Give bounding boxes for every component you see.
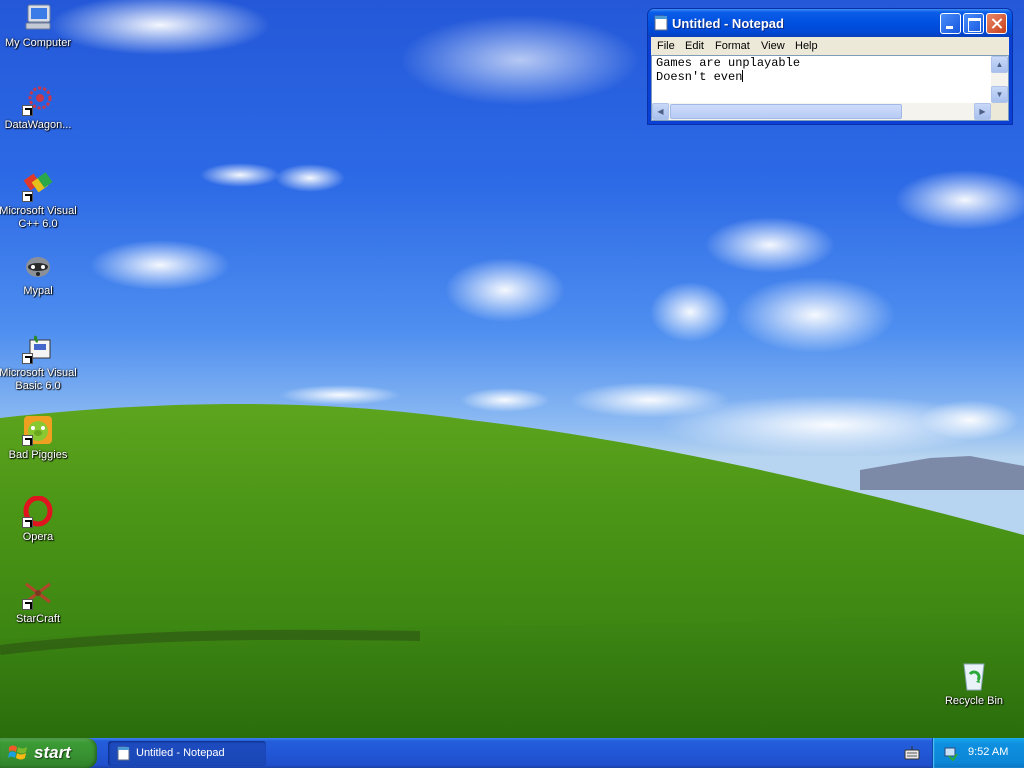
desktop-icon-label: Bad Piggies — [8, 449, 68, 461]
bad-piggies-icon — [22, 414, 54, 446]
arrow-up-icon: ▲ — [995, 60, 1004, 69]
windows-logo-icon — [8, 745, 27, 760]
desktop-icon-label: Microsoft Visual Basic 6.0 — [0, 367, 77, 392]
notepad-title: Untitled - Notepad — [672, 16, 784, 31]
desktop-icon-label: Recycle Bin — [944, 695, 1004, 707]
scroll-down-button[interactable]: ▼ — [991, 86, 1008, 103]
starcraft-icon — [22, 578, 54, 610]
notepad-titlebar[interactable]: Untitled - Notepad — [648, 9, 1012, 37]
menu-help[interactable]: Help — [795, 40, 818, 52]
text-line-with-caret: Doesn't even — [656, 70, 800, 84]
menu-file[interactable]: File — [657, 40, 675, 52]
menu-view[interactable]: View — [761, 40, 785, 52]
desktop-icon-label: Opera — [22, 531, 54, 543]
notepad-menubar: File Edit Format View Help — [651, 37, 1009, 55]
desktop-icon-bad-piggies[interactable]: Bad Piggies — [0, 414, 78, 462]
scroll-left-button[interactable]: ◀ — [652, 103, 669, 120]
desktop-icon-visual-cpp[interactable]: Microsoft Visual C++ 6.0 — [0, 170, 78, 231]
arrow-left-icon: ◀ — [657, 107, 664, 116]
notepad-icon — [117, 746, 130, 761]
system-tray: 9:52 AM — [932, 738, 1024, 768]
desktop-icon-opera[interactable]: Opera — [0, 496, 78, 544]
shortcut-arrow-icon — [22, 435, 33, 446]
shortcut-arrow-icon — [22, 353, 33, 364]
vertical-scrollbar[interactable]: ▲ ▼ — [991, 56, 1008, 103]
notepad-window[interactable]: Untitled - Notepad File Edit Format View… — [647, 8, 1013, 125]
notepad-text-area[interactable]: Games are unplayable Doesn't even ▲ ▼ ◀ ▶ — [651, 55, 1009, 121]
scrollbar-corner — [991, 103, 1008, 120]
opera-icon — [22, 496, 54, 528]
taskbar: start Untitled - Notepad 9:52 AM — [0, 738, 1024, 768]
datawagon-icon — [22, 84, 54, 116]
close-button[interactable] — [986, 13, 1007, 34]
maximize-button[interactable] — [963, 13, 984, 34]
keyboard-icon[interactable] — [904, 746, 920, 760]
text-line: Games are unplayable — [656, 56, 801, 70]
desktop-icon-recycle-bin[interactable]: Recycle Bin — [934, 660, 1014, 708]
desktop-icon-label: My Computer — [4, 37, 72, 49]
notepad-client-area: File Edit Format View Help Games are unp… — [651, 37, 1009, 121]
arrow-right-icon: ▶ — [979, 107, 986, 116]
scroll-up-button[interactable]: ▲ — [991, 56, 1008, 73]
network-status-icon[interactable] — [943, 745, 959, 761]
menu-format[interactable]: Format — [715, 40, 750, 52]
taskbar-button-notepad[interactable]: Untitled - Notepad — [108, 741, 266, 766]
minimize-button[interactable] — [940, 13, 961, 34]
desktop-icon-label: DataWagon... — [4, 119, 72, 131]
desktop-icon-mypal[interactable]: Mypal — [0, 250, 78, 298]
clock[interactable]: 9:52 AM — [968, 746, 1008, 758]
desktop-icon-label: Microsoft Visual C++ 6.0 — [0, 205, 77, 230]
visual-cpp-icon — [22, 170, 54, 202]
desktop-icon-datawagon[interactable]: DataWagon... — [0, 84, 78, 132]
text-caret — [742, 70, 744, 82]
menu-edit[interactable]: Edit — [685, 40, 704, 52]
shortcut-arrow-icon — [22, 517, 33, 528]
start-label: start — [34, 743, 71, 762]
my-computer-icon — [22, 2, 54, 34]
horizontal-scrollbar[interactable]: ◀ ▶ — [652, 103, 991, 120]
text-line: Doesn't even — [656, 70, 743, 84]
visual-basic-icon — [22, 332, 54, 364]
notepad-text: Games are unplayable Doesn't even — [656, 57, 800, 84]
desktop-icon-visual-basic[interactable]: Microsoft Visual Basic 6.0 — [0, 332, 78, 393]
notepad-icon — [654, 15, 668, 31]
recycle-bin-icon — [958, 660, 990, 692]
shortcut-arrow-icon — [22, 191, 33, 202]
mypal-icon — [22, 250, 54, 282]
desktop-icon-label: StarCraft — [15, 613, 60, 625]
scroll-right-button[interactable]: ▶ — [974, 103, 991, 120]
horizontal-scroll-thumb[interactable] — [670, 104, 902, 119]
arrow-down-icon: ▼ — [995, 90, 1004, 99]
desktop-icon-label: Mypal — [23, 285, 53, 297]
shortcut-arrow-icon — [22, 599, 33, 610]
taskbar-button-label: Untitled - Notepad — [136, 747, 225, 759]
desktop-icon-my-computer[interactable]: My Computer — [0, 2, 78, 50]
desktop-icon-starcraft[interactable]: StarCraft — [0, 578, 78, 626]
shortcut-arrow-icon — [22, 105, 33, 116]
start-button[interactable]: start — [0, 738, 97, 768]
